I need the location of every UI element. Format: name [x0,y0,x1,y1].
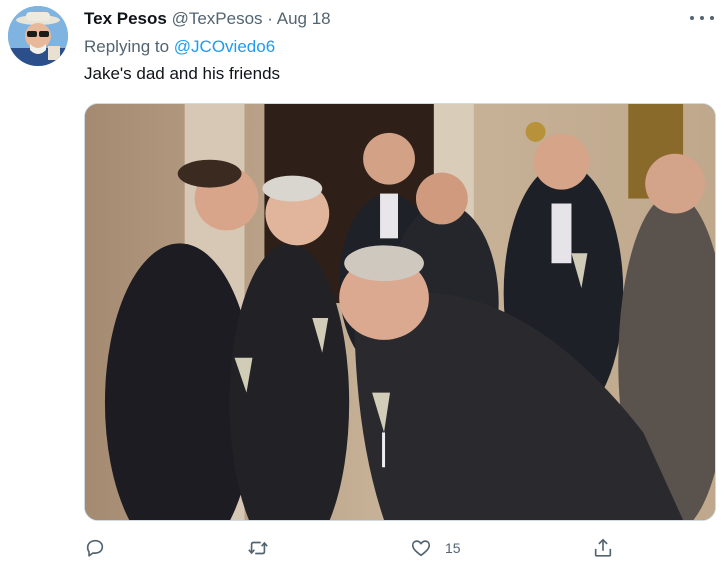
share-button[interactable] [592,536,614,560]
tweet-actions: 15 [84,536,624,560]
avatar-image [8,6,68,66]
tweet-date[interactable]: Aug 18 [277,9,331,28]
tweet-photo[interactable] [84,103,716,521]
avatar[interactable] [8,6,68,66]
tweet-text: Jake's dad and his friends [84,64,281,83]
share-icon [594,538,612,557]
replying-to-link[interactable]: @JCOviedo6 [174,37,275,56]
separator-dot: · [267,9,273,28]
heart-icon [411,540,431,557]
retweet-icon [248,541,268,555]
more-options-icon[interactable] [690,10,714,26]
like-button[interactable]: 15 [410,536,461,560]
retweet-button[interactable] [247,536,269,560]
author-handle[interactable]: @TexPesos [172,9,263,28]
photo-laughing-men [85,104,715,520]
author-name[interactable]: Tex Pesos [84,9,167,28]
like-count: 15 [445,540,461,556]
tweet: Tex Pesos @TexPesos · Aug 18 Replying to… [0,0,726,561]
reply-icon [86,539,104,557]
reply-button[interactable] [84,536,106,560]
tweet-header: Tex Pesos @TexPesos · Aug 18 [84,9,686,29]
replying-to: Replying to @JCOviedo6 [84,37,275,57]
replying-to-label: Replying to [84,37,170,56]
